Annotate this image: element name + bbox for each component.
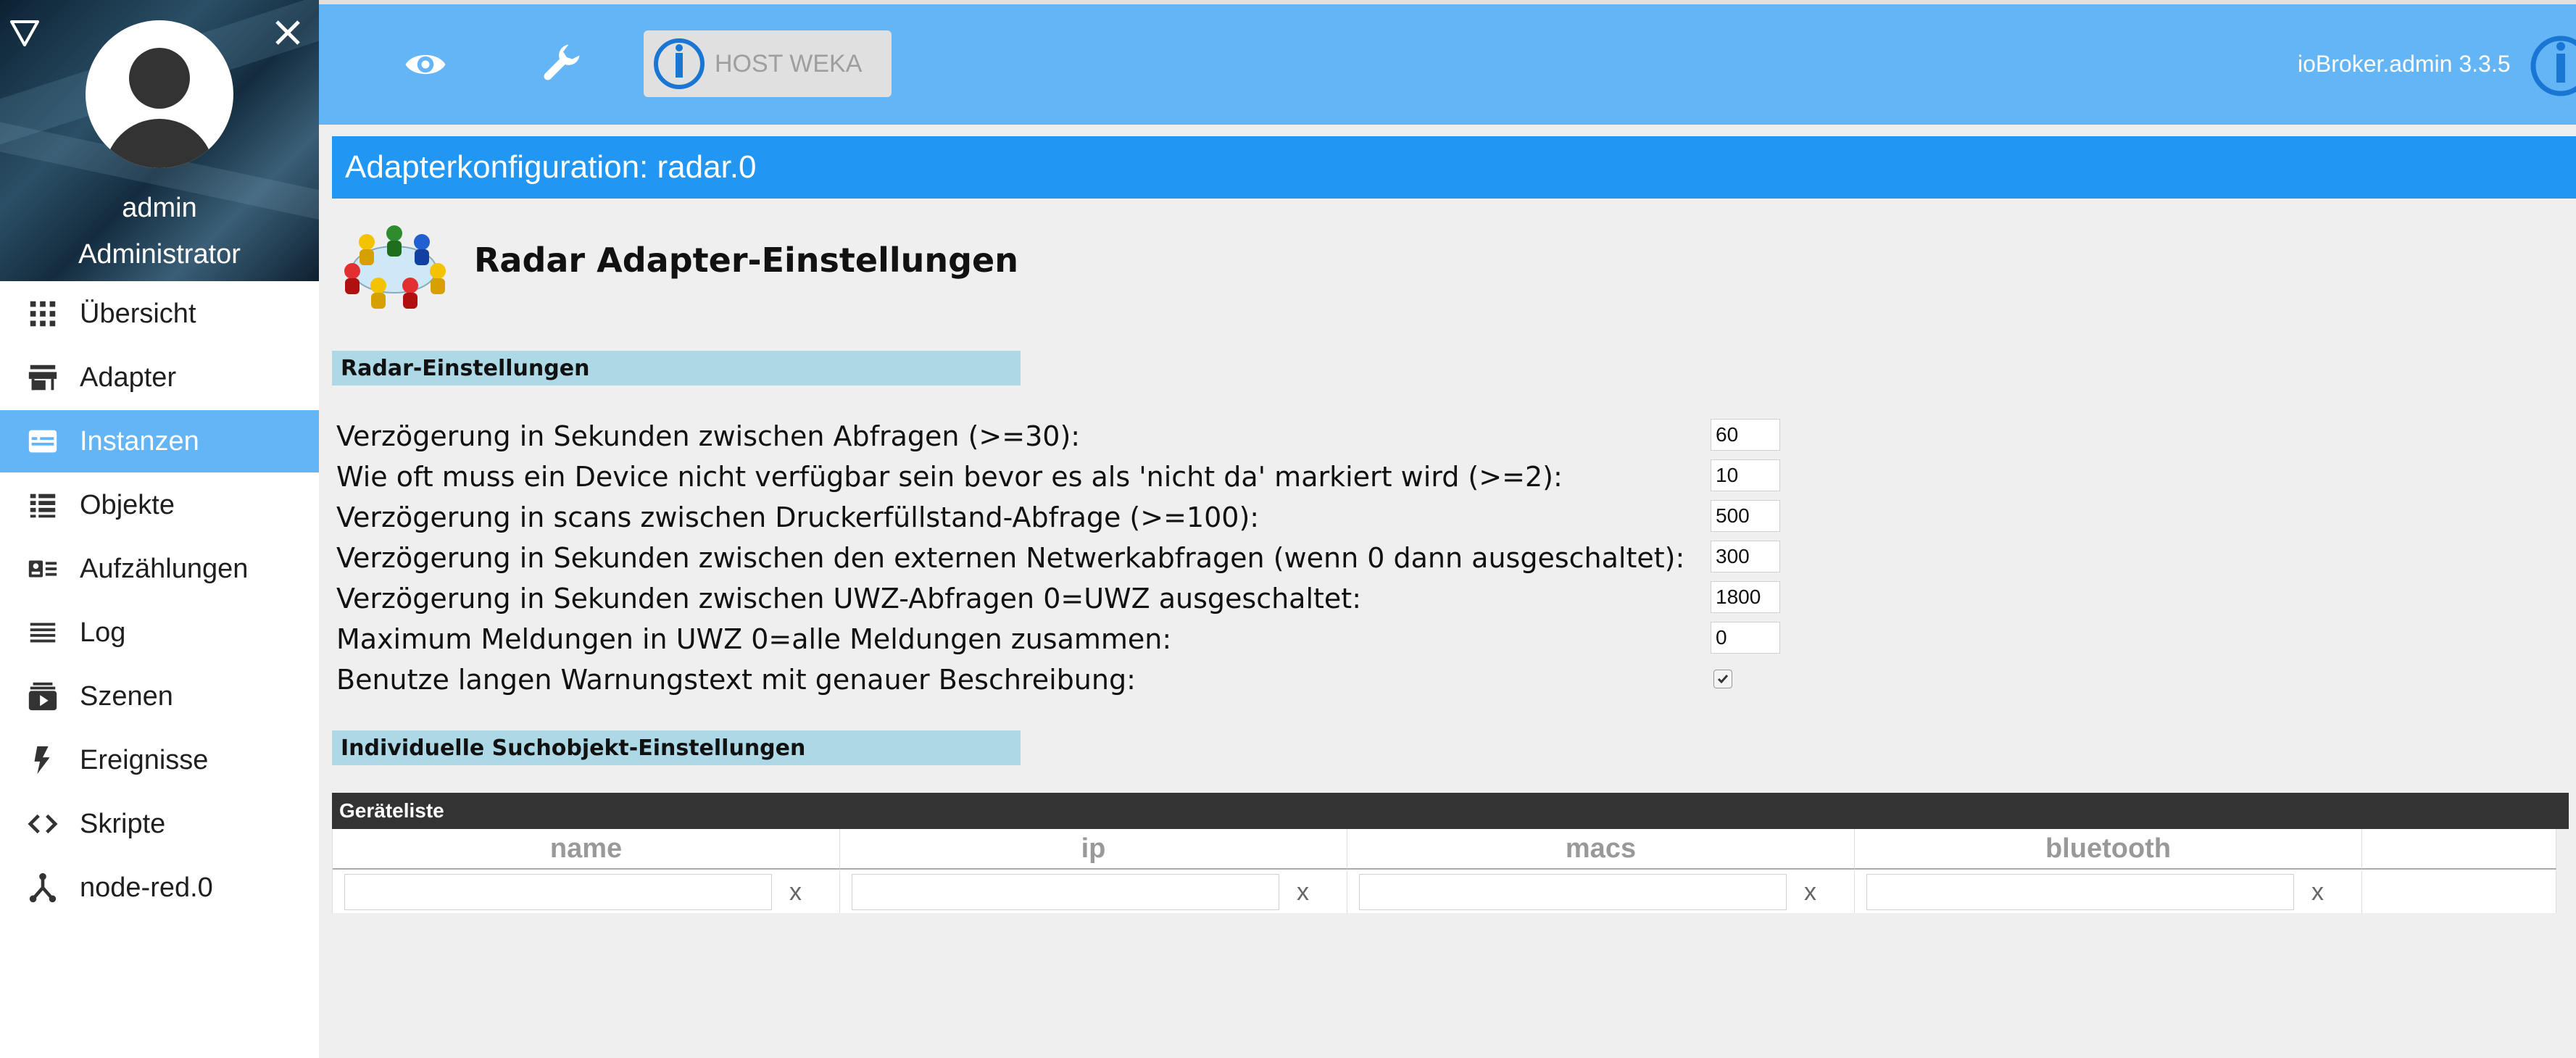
sidebar-item-aufzaehlungen[interactable]: Aufzählungen xyxy=(0,538,319,600)
avatar xyxy=(86,20,233,168)
menu-toggle-icon[interactable] xyxy=(7,16,42,51)
sidebar-item-node-red[interactable]: node-red.0 xyxy=(0,857,319,919)
scenes-icon xyxy=(25,678,61,715)
sidebar-item-label: Szenen xyxy=(80,680,173,712)
avatar-head xyxy=(129,48,190,109)
wrench-icon[interactable] xyxy=(531,32,596,97)
clear-macs-filter-button[interactable]: x xyxy=(1804,878,1816,907)
page-title: Adapterkonfiguration: radar.0 xyxy=(332,136,2576,199)
setting-label: Verzögerung in Sekunden zwischen UWZ-Abf… xyxy=(336,583,1361,615)
setting-row: Verzögerung in Sekunden zwischen den ext… xyxy=(336,539,2076,575)
user-profile: admin Administrator xyxy=(0,0,319,281)
sidebar-item-label: Übersicht xyxy=(80,298,196,329)
flash-icon xyxy=(25,742,61,778)
setting-row: Wie oft muss ein Device nicht verfügbar … xyxy=(336,458,2076,494)
sidebar: admin Administrator Übersicht Adapter In… xyxy=(0,0,319,1058)
table-cell: x xyxy=(840,871,1347,913)
table-cell: x xyxy=(333,871,840,913)
host-button[interactable]: HOST WEKA xyxy=(644,30,892,97)
clear-bluetooth-filter-button[interactable]: x xyxy=(2311,878,2324,907)
iobroker-logo-icon xyxy=(2528,33,2576,99)
sidebar-item-objekte[interactable]: Objekte xyxy=(0,474,319,536)
sidebar-item-instanzen[interactable]: Instanzen xyxy=(0,410,319,472)
long-warning-text-checkbox[interactable] xyxy=(1713,670,1732,688)
ip-filter-input[interactable] xyxy=(852,874,1279,910)
column-header-bluetooth[interactable]: bluetooth xyxy=(1855,829,2362,870)
device-list-header: Geräteliste xyxy=(332,793,2569,829)
avatar-body xyxy=(104,119,215,168)
setting-row: Maximum Meldungen in UWZ 0=alle Meldunge… xyxy=(336,620,2076,657)
setting-label: Verzögerung in scans zwischen Druckerfül… xyxy=(336,501,1260,533)
sidebar-item-uebersicht[interactable]: Übersicht xyxy=(0,283,319,345)
list-icon xyxy=(25,487,61,523)
setting-label: Maximum Meldungen in UWZ 0=alle Meldunge… xyxy=(336,623,1172,655)
macs-filter-input[interactable] xyxy=(1359,874,1787,910)
uwz-max-messages-input[interactable] xyxy=(1711,622,1780,654)
top-bar: HOST WEKA ioBroker.admin 3.3.5 xyxy=(319,4,2576,125)
grid-icon xyxy=(25,296,61,332)
sidebar-item-label: Skripte xyxy=(80,808,166,839)
setting-label: Verzögerung in Sekunden zwischen Abfrage… xyxy=(336,420,1081,452)
section-individual-settings: Individuelle Suchobjekt-Einstellungen xyxy=(332,730,1021,765)
sidebar-item-log[interactable]: Log xyxy=(0,601,319,664)
sidebar-item-label: Log xyxy=(80,617,126,648)
sidebar-item-label: Objekte xyxy=(80,489,175,520)
column-header-macs[interactable]: macs xyxy=(1347,829,1855,870)
node-red-icon xyxy=(25,870,61,906)
column-header-name[interactable]: name xyxy=(333,829,840,870)
setting-row: Benutze langen Warnungstext mit genauer … xyxy=(336,661,2076,697)
name-filter-input[interactable] xyxy=(344,874,772,910)
external-network-delay-input[interactable] xyxy=(1711,541,1780,572)
instances-icon xyxy=(25,423,61,459)
main-content: Adapterkonfiguration: radar.0 Radar Adap… xyxy=(319,125,2576,1058)
sidebar-item-label: Ereignisse xyxy=(80,744,209,775)
clear-ip-filter-button[interactable]: x xyxy=(1297,878,1309,907)
sidebar-item-skripte[interactable]: Skripte xyxy=(0,793,319,855)
code-icon xyxy=(25,806,61,842)
clear-name-filter-button[interactable]: x xyxy=(789,878,802,907)
adapter-settings-title: Radar Adapter-Einstellungen xyxy=(474,241,1019,280)
sidebar-item-label: node-red.0 xyxy=(80,872,213,903)
unavailable-count-input[interactable] xyxy=(1711,459,1780,491)
radar-adapter-logo-icon xyxy=(336,219,452,313)
sidebar-item-label: Aufzählungen xyxy=(80,553,249,584)
poll-delay-input[interactable] xyxy=(1711,419,1780,451)
sidebar-item-adapter[interactable]: Adapter xyxy=(0,346,319,409)
enum-icon xyxy=(25,551,61,587)
eye-icon[interactable] xyxy=(393,32,458,97)
version-label: ioBroker.admin 3.3.5 xyxy=(2298,51,2511,77)
device-table: name ip macs bluetooth x x x x xyxy=(332,829,2556,913)
setting-row: Verzögerung in scans zwischen Druckerfül… xyxy=(336,499,2076,535)
iobroker-logo-icon xyxy=(654,38,705,89)
setting-label: Verzögerung in Sekunden zwischen den ext… xyxy=(336,542,1685,574)
setting-row: Verzögerung in Sekunden zwischen Abfrage… xyxy=(336,417,2076,454)
uwz-delay-input[interactable] xyxy=(1711,581,1780,613)
user-name: admin xyxy=(122,193,197,223)
table-cell xyxy=(2362,871,2556,913)
sidebar-item-ereignisse[interactable]: Ereignisse xyxy=(0,729,319,791)
section-radar-settings: Radar-Einstellungen xyxy=(332,351,1021,386)
log-icon xyxy=(25,615,61,651)
sidebar-item-label: Adapter xyxy=(80,362,177,393)
user-role: Administrator xyxy=(78,239,241,270)
table-cell: x xyxy=(1855,871,2362,913)
printer-scan-delay-input[interactable] xyxy=(1711,500,1780,532)
sidebar-item-label: Instanzen xyxy=(80,425,199,457)
close-icon[interactable] xyxy=(268,13,307,52)
table-cell: x xyxy=(1347,871,1855,913)
column-header-ip[interactable]: ip xyxy=(840,829,1347,870)
store-icon xyxy=(25,359,61,396)
sidebar-item-szenen[interactable]: Szenen xyxy=(0,665,319,728)
setting-label: Benutze langen Warnungstext mit genauer … xyxy=(336,664,1136,696)
host-label: HOST WEKA xyxy=(715,49,863,78)
setting-row: Verzögerung in Sekunden zwischen UWZ-Abf… xyxy=(336,580,2076,616)
setting-label: Wie oft muss ein Device nicht verfügbar … xyxy=(336,461,1563,493)
column-header-actions xyxy=(2362,829,2556,870)
bluetooth-filter-input[interactable] xyxy=(1866,874,2294,910)
